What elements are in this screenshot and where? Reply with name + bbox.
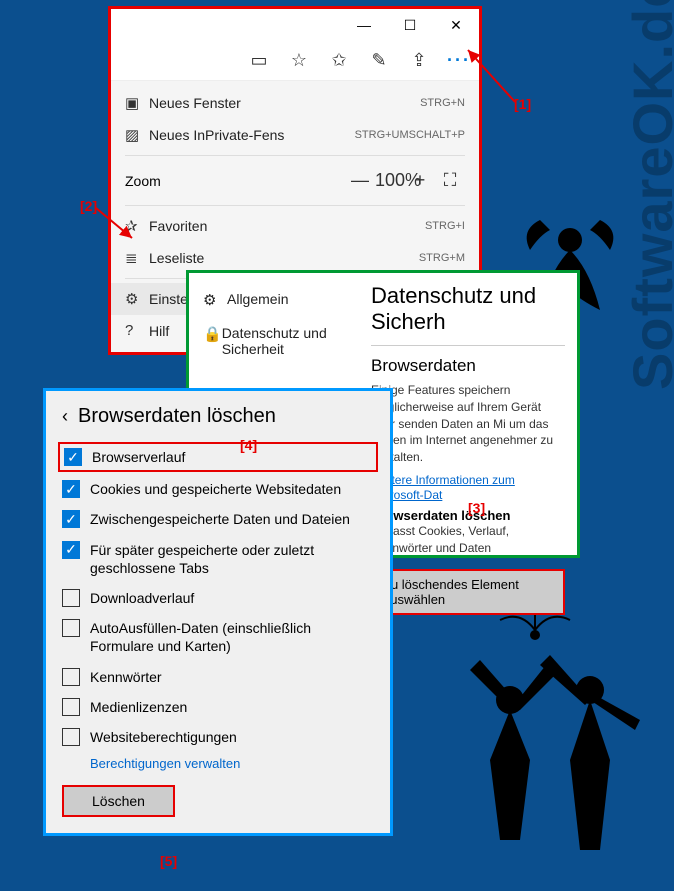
fullscreen-button[interactable]: ⛶ bbox=[435, 170, 465, 191]
check-row[interactable]: ✓ Für später gespeicherte oder zuletzt ge… bbox=[62, 535, 374, 583]
menu-label: Leseliste bbox=[149, 250, 419, 266]
panel-title: Browserdaten löschen bbox=[78, 405, 276, 428]
check-label: Kennwörter bbox=[90, 668, 374, 686]
manage-permissions-link[interactable]: Berechtigungen verwalten bbox=[62, 752, 374, 771]
check-row[interactable]: AutoAusfüllen-Daten (einschließlich Form… bbox=[62, 613, 374, 661]
more-menu-button[interactable]: ··· bbox=[445, 50, 473, 71]
settings-sidebar: ⚙ Allgemein 🔒 Datenschutz und Sicherheit bbox=[189, 273, 359, 375]
menu-favorites[interactable]: ✰ Favoriten STRG+I bbox=[111, 210, 479, 242]
annotation-1: [1] bbox=[514, 96, 531, 112]
share-icon[interactable]: ⇪ bbox=[405, 50, 433, 71]
check-label: Downloadverlauf bbox=[90, 589, 374, 607]
annotation-2: [2] bbox=[80, 198, 97, 214]
help-icon: ? bbox=[125, 322, 149, 339]
clear-data-desc: Umfasst Cookies, Verlauf, Kennwörter und… bbox=[371, 523, 565, 557]
choose-clear-button[interactable]: Zu löschendes Element auswählen bbox=[371, 569, 565, 615]
zoom-in-button[interactable]: + bbox=[405, 170, 435, 191]
zoom-label: Zoom bbox=[125, 173, 345, 189]
annotation-5: [5] bbox=[160, 853, 177, 869]
clear-data-title: Browserdaten löschen bbox=[371, 508, 565, 523]
maximize-button[interactable]: ☐ bbox=[387, 17, 433, 34]
window-icon: ▣ bbox=[125, 94, 149, 112]
check-label: Browserverlauf bbox=[92, 448, 372, 466]
lock-icon: 🔒 bbox=[203, 325, 222, 343]
zoom-value: 100% bbox=[375, 170, 405, 191]
checkbox[interactable] bbox=[62, 619, 80, 637]
menu-shortcut: STRG+UMSCHALT+P bbox=[355, 129, 465, 141]
readlist-icon: ≣ bbox=[125, 249, 149, 267]
checkbox[interactable]: ✓ bbox=[62, 541, 80, 559]
zoom-out-button[interactable]: — bbox=[345, 170, 375, 191]
inprivate-icon: ▨ bbox=[125, 126, 149, 144]
menu-shortcut: STRG+M bbox=[419, 252, 465, 264]
checkbox[interactable] bbox=[62, 589, 80, 607]
checkbox[interactable]: ✓ bbox=[64, 448, 82, 466]
menu-divider bbox=[125, 205, 465, 206]
menu-shortcut: STRG+I bbox=[425, 220, 465, 232]
sidebar-label: Datenschutz und Sicherheit bbox=[222, 325, 345, 357]
settings-subtitle: Browserdaten bbox=[371, 356, 565, 376]
settings-privacy[interactable]: 🔒 Datenschutz und Sicherheit bbox=[189, 317, 359, 365]
menu-new-window[interactable]: ▣ Neues Fenster STRG+N bbox=[111, 87, 479, 119]
gear-icon: ⚙ bbox=[125, 290, 149, 308]
menu-new-inprivate[interactable]: ▨ Neues InPrivate-Fens STRG+UMSCHALT+P bbox=[111, 119, 479, 151]
divider bbox=[371, 345, 565, 346]
gear-icon: ⚙ bbox=[203, 291, 227, 309]
settings-general[interactable]: ⚙ Allgemein bbox=[189, 283, 359, 317]
menu-shortcut: STRG+N bbox=[420, 97, 465, 109]
check-row[interactable]: Medienlizenzen bbox=[62, 692, 374, 722]
menu-divider bbox=[125, 155, 465, 156]
settings-description: Einige Features speichern möglicherweise… bbox=[371, 382, 565, 466]
checkbox[interactable]: ✓ bbox=[62, 480, 80, 498]
check-label: Websiteberechtigungen bbox=[90, 728, 374, 746]
settings-title: Datenschutz und Sicherh bbox=[371, 283, 565, 335]
menu-label: Neues Fenster bbox=[149, 95, 420, 111]
clear-data-panel: ‹ Browserdaten löschen ✓ Browserverlauf ✓ C… bbox=[43, 388, 393, 836]
panel-header: ‹ Browserdaten löschen bbox=[62, 405, 374, 428]
checkbox[interactable] bbox=[62, 668, 80, 686]
close-button[interactable]: ✕ bbox=[433, 17, 479, 34]
check-row[interactable]: Downloadverlauf bbox=[62, 583, 374, 613]
window-titlebar: — ☐ ✕ bbox=[111, 9, 479, 41]
notes-icon[interactable]: ✎ bbox=[365, 50, 393, 71]
check-label: Zwischengespeicherte Daten und Dateien bbox=[90, 510, 374, 528]
sidebar-label: Allgemein bbox=[227, 291, 288, 307]
back-icon[interactable]: ‹ bbox=[62, 406, 68, 427]
check-row[interactable]: ✓ Zwischengespeicherte Daten und Dateien bbox=[62, 504, 374, 534]
watermark-text: SoftwareOK.de bbox=[620, 0, 674, 390]
menu-label: Neues InPrivate-Fens bbox=[149, 127, 355, 143]
check-label: AutoAusfüllen-Daten (einschließlich Form… bbox=[90, 619, 374, 655]
check-row[interactable]: ✓ Cookies und gespeicherte Websitedaten bbox=[62, 474, 374, 504]
checkbox[interactable] bbox=[62, 728, 80, 746]
check-row[interactable]: Websiteberechtigungen bbox=[62, 722, 374, 752]
check-label: Für später gespeicherte oder zuletzt ges… bbox=[90, 541, 374, 577]
menu-zoom-row: Zoom — 100% + ⛶ bbox=[111, 160, 479, 201]
add-favorite-icon[interactable]: ✩ bbox=[325, 50, 353, 71]
star-icon: ✰ bbox=[125, 217, 149, 235]
clear-button[interactable]: Löschen bbox=[62, 785, 175, 817]
menu-label: Favoriten bbox=[149, 218, 425, 234]
favorite-star-icon[interactable]: ☆ bbox=[285, 50, 313, 71]
check-row[interactable]: ✓ Browserverlauf bbox=[58, 442, 378, 472]
check-row[interactable]: Kennwörter bbox=[62, 662, 374, 692]
minimize-button[interactable]: — bbox=[341, 17, 387, 33]
check-label: Medienlizenzen bbox=[90, 698, 374, 716]
checkbox[interactable] bbox=[62, 698, 80, 716]
browser-toolbar: ▭ ☆ ✩ ✎ ⇪ ··· bbox=[111, 41, 479, 81]
check-label: Cookies und gespeicherte Websitedaten bbox=[90, 480, 374, 498]
reading-view-icon[interactable]: ▭ bbox=[245, 50, 273, 71]
checkbox[interactable]: ✓ bbox=[62, 510, 80, 528]
